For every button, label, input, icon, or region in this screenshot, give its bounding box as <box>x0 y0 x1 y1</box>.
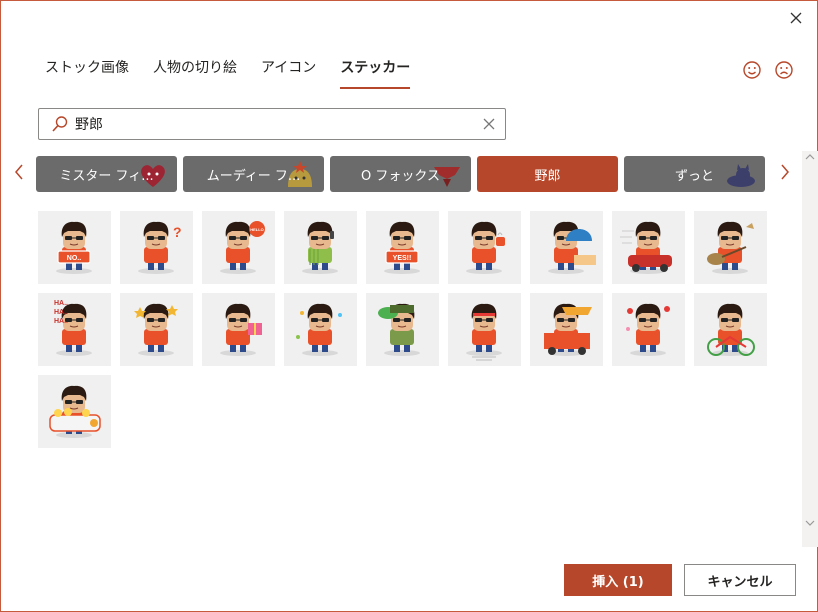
category-o-fox[interactable]: O フォックス <box>330 156 471 192</box>
svg-text:HA..: HA.. <box>54 318 68 325</box>
sticker-question-image: ? <box>138 221 182 274</box>
close-icon <box>790 12 802 24</box>
sticker-dizzy-image <box>134 303 178 356</box>
sticker-tile[interactable]: NO.. <box>38 211 111 284</box>
sticker-beach-image <box>548 221 596 274</box>
smile-icon <box>743 61 761 79</box>
sticker-tile[interactable] <box>202 293 275 366</box>
sticker-dialog: ストック画像 人物の切り絵 アイコン ステッカー ミスター フィ... ムーディ… <box>0 0 818 612</box>
sticker-gift-image <box>220 303 262 356</box>
cat-art-icon <box>727 164 755 187</box>
svg-text:YES!!: YES!! <box>393 255 412 262</box>
search-box <box>38 108 506 140</box>
sticker-tile[interactable]: HA.. HA.. HA.. <box>38 293 111 366</box>
category-prev-button[interactable] <box>11 161 27 183</box>
sticker-soldier-image <box>378 303 420 356</box>
category-yaro[interactable]: 野郎 <box>477 156 618 192</box>
sticker-dance-image <box>296 303 342 356</box>
clear-icon[interactable] <box>481 116 497 132</box>
sticker-bath-image <box>49 385 101 438</box>
sticker-food-cart-image <box>544 303 592 356</box>
smile-feedback-button[interactable] <box>741 59 763 81</box>
sticker-laugh-image: HA.. HA.. HA.. <box>54 300 92 356</box>
vertical-scrollbar[interactable] <box>802 151 818 547</box>
sticker-tile[interactable] <box>694 293 767 366</box>
sticker-bicycle-image <box>707 303 755 356</box>
tab-stickers[interactable]: ステッカー <box>340 59 411 89</box>
sticker-tile[interactable] <box>612 293 685 366</box>
search-icon <box>52 116 68 132</box>
sticker-guitar-image <box>707 221 754 274</box>
sticker-tile[interactable] <box>694 211 767 284</box>
svg-text:?: ? <box>173 224 182 240</box>
chevron-left-icon <box>15 164 23 180</box>
cancel-button[interactable]: キャンセル <box>684 564 796 596</box>
sticker-love-image <box>626 303 670 356</box>
sticker-tile[interactable] <box>284 211 357 284</box>
category-zutto[interactable]: ずっと <box>624 156 765 192</box>
sticker-tile[interactable] <box>530 293 603 366</box>
sticker-no-sign-image: NO.. <box>56 221 92 274</box>
sticker-tile[interactable]: YES!! <box>366 211 439 284</box>
sticker-coffee-image <box>466 221 505 274</box>
svg-text:HA..: HA.. <box>54 300 68 307</box>
frown-icon <box>775 61 793 79</box>
category-moody-fu[interactable]: ムーディー フ... <box>183 156 324 192</box>
category-label: 野郎 <box>534 168 561 184</box>
sticker-car-image <box>620 221 672 274</box>
sticker-tile[interactable] <box>448 211 521 284</box>
category-label: ミスター フィ... <box>59 168 154 184</box>
tab-bar: ストック画像 人物の切り絵 アイコン ステッカー <box>45 59 434 91</box>
tab-icons[interactable]: アイコン <box>261 59 316 89</box>
sticker-tile[interactable] <box>38 375 111 448</box>
category-mister-fi[interactable]: ミスター フィ... <box>36 156 177 192</box>
search-input[interactable] <box>75 113 475 135</box>
close-button[interactable] <box>785 7 807 29</box>
sticker-exercise-image <box>466 303 502 361</box>
category-label: O フォックス <box>361 168 440 184</box>
insert-button[interactable]: 挿入 (1) <box>564 564 672 596</box>
category-label: ムーディー フ... <box>206 168 301 184</box>
sticker-tile[interactable] <box>612 211 685 284</box>
sticker-hello-image: HELLO <box>220 221 265 274</box>
sticker-tile[interactable]: HELLO <box>202 211 275 284</box>
frown-feedback-button[interactable] <box>773 59 795 81</box>
sticker-tile[interactable] <box>120 293 193 366</box>
sticker-tile[interactable] <box>284 293 357 366</box>
sticker-tile[interactable] <box>448 293 521 366</box>
tab-cutout-people[interactable]: 人物の切り絵 <box>153 59 237 89</box>
category-label: ずっと <box>674 168 714 184</box>
category-strip: ミスター フィ... ムーディー フ... O フォックス 野郎 ずっと <box>36 156 771 192</box>
scroll-down-icon[interactable] <box>805 519 815 527</box>
category-next-button[interactable] <box>777 161 793 183</box>
sticker-tile[interactable]: ? <box>120 211 193 284</box>
sticker-phone-image <box>302 221 338 274</box>
sticker-tile[interactable] <box>366 293 439 366</box>
sticker-grid: NO..? HELLO YES!! HA.. HA.. HA.. <box>38 211 778 448</box>
svg-text:HA..: HA.. <box>54 309 68 316</box>
svg-text:HELLO: HELLO <box>250 227 264 232</box>
sticker-yes-image: YES!! <box>384 221 420 274</box>
scroll-up-icon[interactable] <box>805 153 815 161</box>
tab-stock-images[interactable]: ストック画像 <box>45 59 129 89</box>
chevron-right-icon <box>781 164 789 180</box>
sticker-tile[interactable] <box>530 211 603 284</box>
svg-text:NO..: NO.. <box>67 255 81 262</box>
